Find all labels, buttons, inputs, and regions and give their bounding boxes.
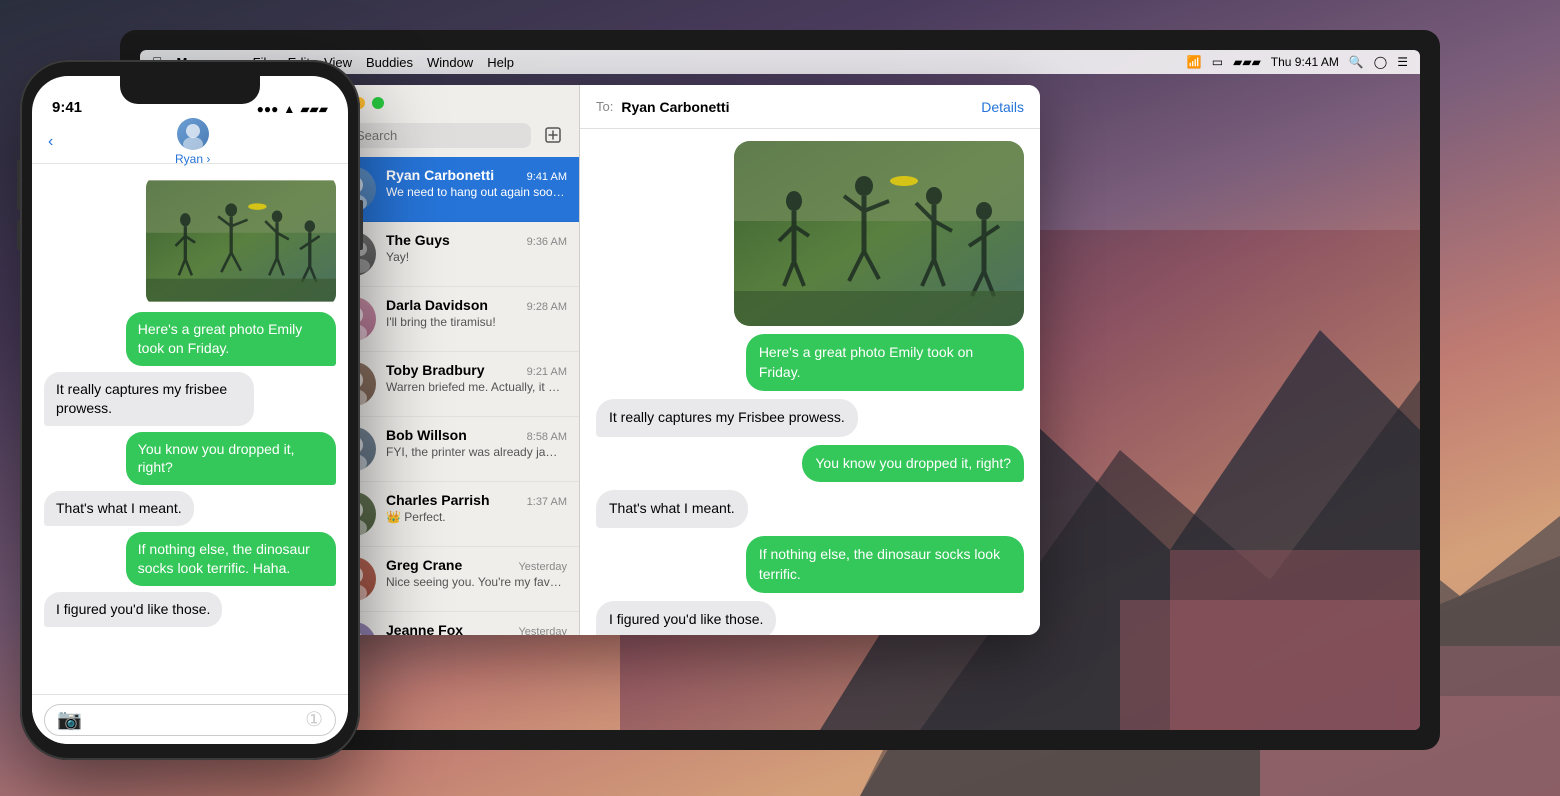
iphone-photo bbox=[146, 176, 336, 306]
conv-meta-toby: Toby Bradbury 9:21 AM Warren briefed me.… bbox=[386, 362, 567, 396]
conv-time-charles: 1:37 AM bbox=[527, 496, 567, 508]
conv-preview-greg: Nice seeing you. You're my favorite pers… bbox=[386, 575, 567, 591]
volume-down-button bbox=[17, 220, 20, 250]
iphone-screen: 9:41 ●●● ▲ ▰▰▰ ‹ Ryan › bbox=[32, 76, 348, 744]
notification-icon[interactable]: ☰ bbox=[1397, 55, 1408, 69]
battery-status-icon: ▰▰▰ bbox=[300, 102, 328, 116]
power-button bbox=[360, 200, 363, 250]
conv-meta-guys: The Guys 9:36 AM Yay! bbox=[386, 232, 567, 266]
compose-icon bbox=[545, 127, 561, 143]
battery-icon: ▰▰▰ bbox=[1233, 55, 1261, 69]
compose-button[interactable] bbox=[539, 121, 567, 149]
conv-time-guys: 9:36 AM bbox=[527, 236, 567, 248]
conv-time-jeanne: Yesterday bbox=[518, 626, 567, 635]
help-menu[interactable]: Help bbox=[487, 55, 514, 70]
iphone-nav-bar: ‹ Ryan › bbox=[32, 120, 348, 164]
wifi-status-icon: ▲ bbox=[283, 102, 295, 116]
chat-photo-image bbox=[734, 141, 1024, 326]
iphone-msg-figured: I figured you'd like those. bbox=[44, 592, 222, 627]
maximize-button[interactable] bbox=[372, 97, 384, 109]
conv-time-toby: 9:21 AM bbox=[527, 366, 567, 378]
menubar-right: 📶 ▭ ▰▰▰ Thu 9:41 AM 🔍 ◯ ☰ bbox=[1187, 55, 1408, 69]
clock: Thu 9:41 AM bbox=[1271, 55, 1339, 69]
iphone-msg-socks: If nothing else, the dinosaur socks look… bbox=[126, 532, 336, 586]
conv-preview-guys: Yay! bbox=[386, 250, 567, 266]
iphone-nav-center: Ryan › bbox=[53, 118, 332, 166]
conv-name-ryan: Ryan Carbonetti bbox=[386, 167, 494, 183]
wifi-icon: 📶 bbox=[1187, 55, 1202, 69]
iphone-message-list: Here's a great photo Emily took on Frida… bbox=[32, 164, 348, 694]
conv-meta-bob: Bob Willson 8:58 AM FYI, the printer was… bbox=[386, 427, 567, 461]
details-button[interactable]: Details bbox=[981, 99, 1024, 115]
conv-name-darla: Darla Davidson bbox=[386, 297, 488, 313]
conv-meta-charles: Charles Parrish 1:37 AM 👑 Perfect. bbox=[386, 492, 567, 526]
search-input[interactable] bbox=[332, 123, 531, 148]
chat-panel: To: Ryan Carbonetti Details bbox=[580, 85, 1040, 635]
conv-name-bob: Bob Willson bbox=[386, 427, 467, 443]
message-sent-photo-caption: Here's a great photo Emily took on Frida… bbox=[746, 334, 1024, 391]
chat-messages: Here's a great photo Emily took on Frida… bbox=[580, 129, 1040, 635]
conv-name-toby: Toby Bradbury bbox=[386, 362, 485, 378]
iphone-notch bbox=[120, 76, 260, 104]
conv-time-greg: Yesterday bbox=[518, 561, 567, 573]
conv-time-darla: 9:28 AM bbox=[527, 301, 567, 313]
iphone-status-icons: ●●● ▲ ▰▰▰ bbox=[257, 102, 328, 116]
siri-icon[interactable]: ◯ bbox=[1374, 55, 1387, 69]
conv-preview-ryan: We need to hang out again soon. Don't be… bbox=[386, 185, 567, 201]
window-menu[interactable]: Window bbox=[427, 55, 473, 70]
contact-avatar[interactable] bbox=[177, 118, 209, 150]
mute-button bbox=[17, 160, 20, 180]
volume-up-button bbox=[17, 180, 20, 210]
messages-window: 🔍 bbox=[320, 85, 1040, 635]
conv-meta-greg: Greg Crane Yesterday Nice seeing you. Yo… bbox=[386, 557, 567, 591]
iphone-photo-container bbox=[146, 176, 336, 306]
message-received-figured: I figured you'd like those. bbox=[596, 601, 776, 635]
conv-preview-charles: 👑 Perfect. bbox=[386, 510, 567, 526]
conv-meta-darla: Darla Davidson 9:28 AM I'll bring the ti… bbox=[386, 297, 567, 331]
search-container: 🔍 bbox=[332, 123, 531, 148]
conv-preview-darla: I'll bring the tiramisu! bbox=[386, 315, 567, 331]
conv-preview-bob: FYI, the printer was already jammed when… bbox=[386, 445, 567, 461]
camera-icon: 📷 bbox=[57, 707, 82, 732]
iphone-msg-dropped: You know you dropped it, right? bbox=[126, 432, 336, 486]
message-received-frisbee: It really captures my Frisbee prowess. bbox=[596, 399, 858, 437]
iphone-message-input[interactable]: 📷 ① bbox=[44, 704, 336, 736]
conv-time-ryan: 9:41 AM bbox=[527, 171, 567, 183]
chat-header: To: Ryan Carbonetti Details bbox=[580, 85, 1040, 129]
to-label: To: bbox=[596, 99, 613, 114]
conv-name-charles: Charles Parrish bbox=[386, 492, 490, 508]
search-icon[interactable]: 🔍 bbox=[1349, 55, 1364, 69]
conv-meta-ryan: Ryan Carbonetti 9:41 AM We need to hang … bbox=[386, 167, 567, 201]
iphone-msg-frisbee: It really captures my frisbee prowess. bbox=[44, 372, 254, 426]
airplay-icon: ▭ bbox=[1212, 55, 1223, 69]
message-sent-dropped: You know you dropped it, right? bbox=[802, 445, 1024, 483]
message-received-meant: That's what I meant. bbox=[596, 490, 748, 528]
chat-recipient: Ryan Carbonetti bbox=[621, 99, 973, 115]
buddies-menu[interactable]: Buddies bbox=[366, 55, 413, 70]
conv-name-guys: The Guys bbox=[386, 232, 450, 248]
iphone-input-bar: 📷 ① bbox=[32, 694, 348, 744]
iphone-msg-meant: That's what I meant. bbox=[44, 491, 194, 526]
conv-meta-jeanne: Jeanne Fox Yesterday Every meal I've had… bbox=[386, 622, 567, 635]
iphone-body: 9:41 ●●● ▲ ▰▰▰ ‹ Ryan › bbox=[20, 60, 360, 760]
message-sent-socks: If nothing else, the dinosaur socks look… bbox=[746, 536, 1024, 593]
iphone-msg-photo-caption: Here's a great photo Emily took on Frida… bbox=[126, 312, 336, 366]
signal-icon: ●●● bbox=[257, 102, 279, 116]
conv-name-jeanne: Jeanne Fox bbox=[386, 622, 463, 635]
app-store-icon: ① bbox=[305, 707, 323, 732]
iphone-frame: 9:41 ●●● ▲ ▰▰▰ ‹ Ryan › bbox=[20, 60, 360, 760]
conv-name-greg: Greg Crane bbox=[386, 557, 462, 573]
conv-time-bob: 8:58 AM bbox=[527, 431, 567, 443]
chat-photo-container bbox=[734, 141, 1024, 326]
conv-preview-toby: Warren briefed me. Actually, it wasn't t… bbox=[386, 380, 567, 396]
